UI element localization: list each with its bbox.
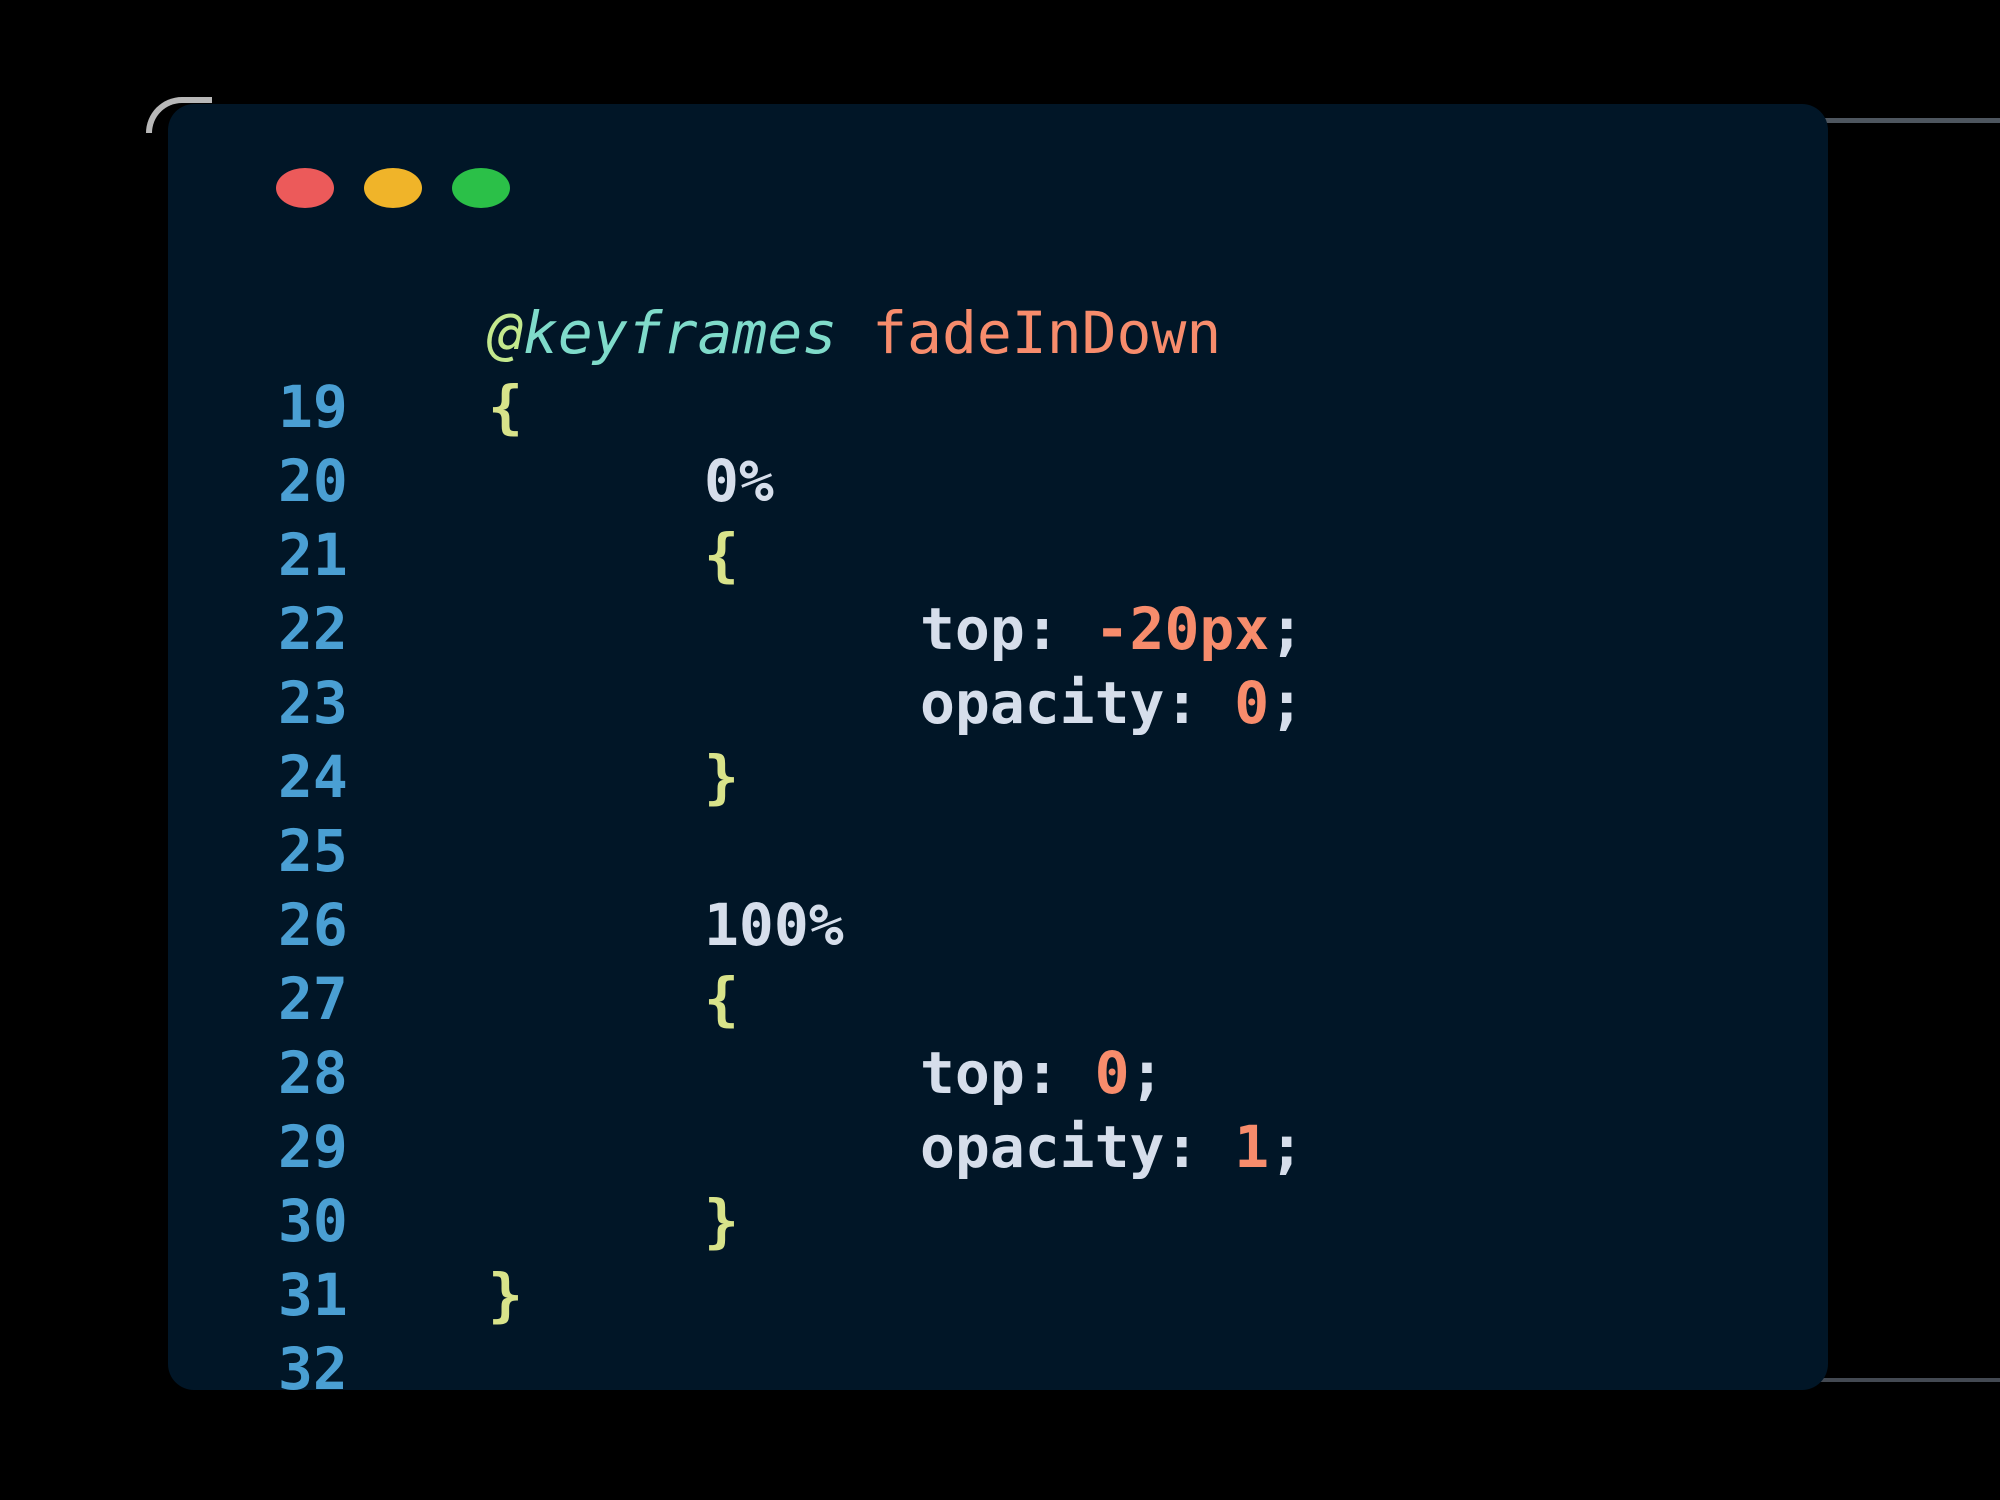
code-line: 19 @keyframes fadeInDown (168, 296, 1828, 441)
code-line: 20 { (168, 370, 1828, 515)
css-property: opacity: (920, 669, 1200, 737)
code-line: 31 } (168, 1184, 1828, 1329)
semicolon: ; (1269, 1113, 1305, 1181)
code-line: 22 { (168, 518, 1828, 663)
semicolon: ; (1129, 1039, 1165, 1107)
code-block: 19 @keyframes fadeInDown 20 { 21 0% 22 {… (168, 296, 1828, 1390)
css-value: 1 (1234, 1113, 1270, 1181)
close-brace: } (704, 1187, 739, 1255)
at-rule-keyword: keyframes (522, 299, 838, 367)
line-content: @keyframes fadeInDown (488, 296, 1221, 370)
line-content: opacity: 0; (920, 666, 1304, 740)
keyframe-selector: 100% (704, 891, 844, 959)
line-content: opacity: 1; (920, 1110, 1304, 1184)
css-value: -20px (1094, 595, 1270, 663)
background-window-edge-right (1820, 118, 2000, 123)
semicolon: ; (1269, 669, 1305, 737)
css-property: opacity: (920, 1113, 1200, 1181)
close-window-button[interactable] (276, 168, 334, 208)
line-content: top: 0; (920, 1036, 1164, 1110)
code-line: 32 } (168, 1258, 1828, 1390)
code-line: 26 (168, 814, 1828, 959)
screenshot-stage: 19 @keyframes fadeInDown 20 { 21 0% 22 {… (0, 0, 2000, 1500)
code-line: 30 opacity: 1; (168, 1110, 1828, 1255)
window-controls (276, 168, 510, 208)
code-line: 24 opacity: 0; (168, 666, 1828, 811)
code-line: 28 { (168, 962, 1828, 1107)
open-brace: { (704, 521, 739, 589)
keyframe-selector: 0% (704, 447, 774, 515)
semicolon: ; (1269, 595, 1305, 663)
open-brace: { (488, 373, 523, 441)
css-value: 0 (1234, 669, 1270, 737)
background-window-edge-bottom (1820, 1378, 2000, 1382)
code-line: 21 0% (168, 444, 1828, 589)
line-number: 32 (278, 1335, 348, 1390)
maximize-window-button[interactable] (452, 168, 510, 208)
css-property: top: (920, 1039, 1060, 1107)
at-rule-symbol: @ (488, 299, 523, 367)
code-line: 23 top: -20px; (168, 592, 1828, 737)
css-property: top: (920, 595, 1060, 663)
open-brace: { (704, 965, 739, 1033)
code-line: 27 100% (168, 888, 1828, 1033)
animation-name: fadeInDown (872, 299, 1222, 367)
minimize-window-button[interactable] (364, 168, 422, 208)
line-content: top: -20px; (920, 592, 1304, 666)
code-line: 25 } (168, 740, 1828, 885)
css-value: 0 (1094, 1039, 1130, 1107)
code-line: 29 top: 0; (168, 1036, 1828, 1181)
code-editor-window: 19 @keyframes fadeInDown 20 { 21 0% 22 {… (168, 104, 1828, 1390)
close-brace: } (488, 1261, 523, 1329)
close-brace: } (704, 743, 739, 811)
